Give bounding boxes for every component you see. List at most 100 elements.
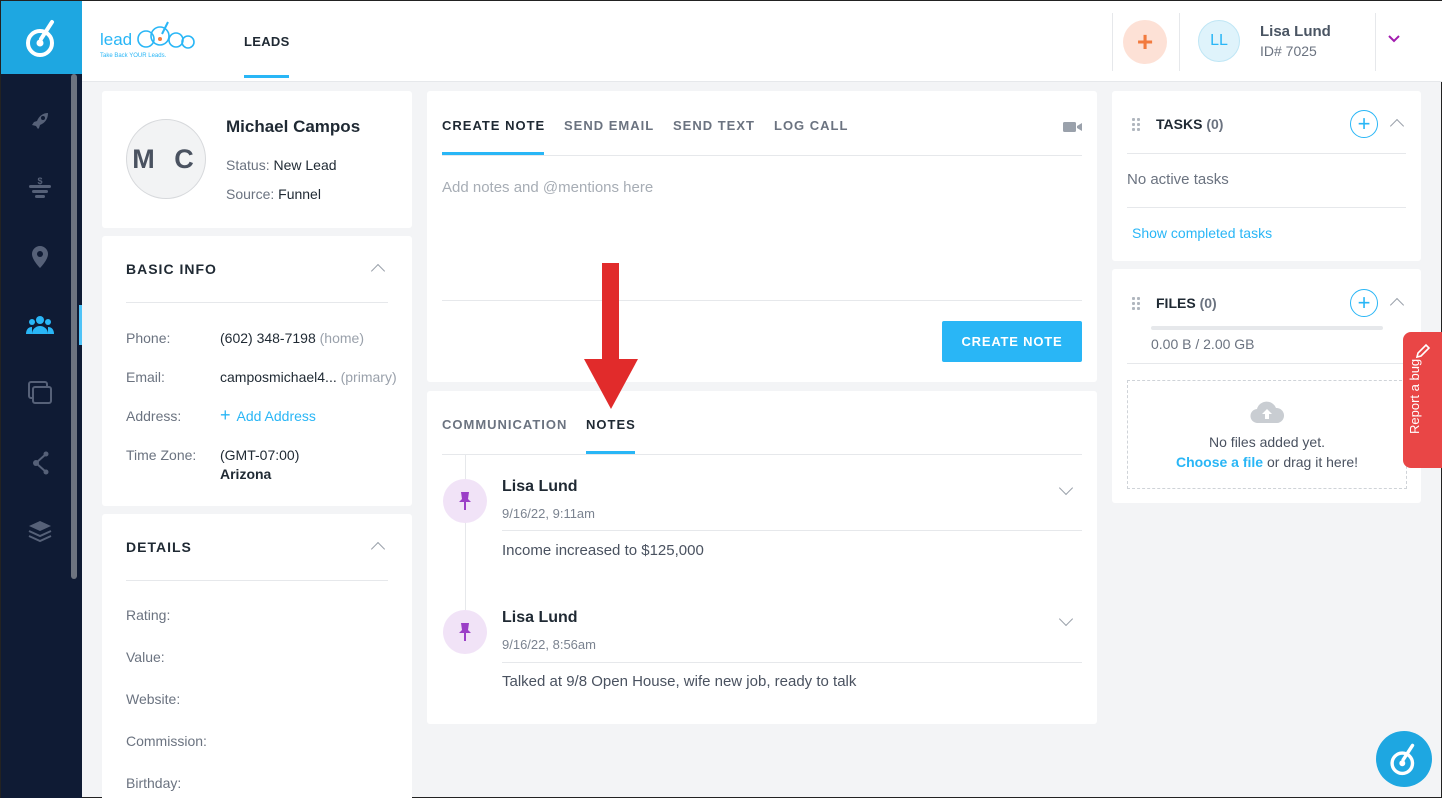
- divider: [1375, 13, 1376, 71]
- top-bar: lead Take Back YOUR Leads. LEADS + LL Li…: [82, 1, 1442, 82]
- collapse-chevron-icon[interactable]: [1389, 297, 1405, 313]
- status-label: Status:: [226, 157, 270, 173]
- note-body: Income increased to $125,000: [502, 542, 704, 559]
- divider: [1112, 13, 1113, 71]
- lead-profile-card: M C Michael Campos Status: New Lead Sour…: [102, 91, 412, 228]
- activity-feed: COMMUNICATION NOTES Lisa Lund 9/16/22, 9…: [427, 391, 1097, 724]
- divider: [126, 302, 388, 303]
- tab-communication[interactable]: COMMUNICATION: [442, 417, 567, 432]
- collapse-chevron-icon[interactable]: [1389, 118, 1405, 134]
- drag-handle-icon[interactable]: [1132, 118, 1142, 132]
- show-completed-tasks-link[interactable]: Show completed tasks: [1132, 225, 1272, 241]
- tasks-count: (0): [1206, 116, 1224, 132]
- files-title-label: FILES: [1156, 295, 1196, 311]
- sidebar: $: [1, 1, 82, 798]
- add-file-button[interactable]: +: [1350, 289, 1378, 317]
- files-empty: No files added yet.: [1209, 434, 1325, 450]
- source-value: Funnel: [278, 186, 321, 202]
- phone-field[interactable]: (602) 348-7198 (home): [220, 330, 364, 346]
- app-logo[interactable]: [1, 1, 82, 74]
- add-address-button[interactable]: + Add Address: [220, 405, 316, 425]
- brand-tagline: Take Back YOUR Leads.: [100, 53, 167, 59]
- phone-label: Phone:: [126, 330, 171, 346]
- files-card: FILES (0) + 0.00 B / 2.00 GB No files ad…: [1112, 269, 1421, 503]
- timezone-name: Arizona: [220, 466, 272, 482]
- windows-icon[interactable]: [1, 371, 79, 415]
- email-field[interactable]: camposmichael4... (primary): [220, 369, 397, 385]
- svg-text:$: $: [37, 176, 42, 186]
- active-tab-indicator: [442, 152, 544, 155]
- timezone-label: Time Zone:: [126, 447, 197, 463]
- tab-notes[interactable]: NOTES: [586, 417, 636, 432]
- note-author: Lisa Lund: [502, 478, 578, 495]
- collapse-chevron-icon[interactable]: [370, 263, 386, 279]
- tasks-title-label: TASKS: [1156, 116, 1203, 132]
- tasks-title: TASKS (0): [1156, 116, 1223, 132]
- tab-log-call[interactable]: LOG CALL: [774, 118, 848, 133]
- add-task-button[interactable]: +: [1350, 110, 1378, 138]
- divider: [1127, 207, 1406, 208]
- divider: [502, 530, 1082, 531]
- note-body: Talked at 9/8 Open House, wife new job, …: [502, 673, 857, 690]
- note-author: Lisa Lund: [502, 609, 578, 626]
- divider: [1127, 153, 1406, 154]
- report-bug-label: Report a bug: [1407, 358, 1422, 434]
- nav-tab-leads[interactable]: LEADS: [244, 34, 290, 49]
- note-composer: CREATE NOTE SEND EMAIL SEND TEXT LOG CAL…: [427, 91, 1097, 382]
- commission-label: Commission:: [126, 733, 207, 749]
- drag-hint: or drag it here!: [1263, 454, 1359, 470]
- storage-usage: 0.00 B / 2.00 GB: [1151, 336, 1255, 352]
- email-value[interactable]: camposmichael4...: [220, 369, 337, 385]
- app-logo-icon: [1390, 743, 1415, 776]
- file-dropzone[interactable]: No files added yet. Choose a file or dra…: [1127, 380, 1407, 489]
- lead-status: Status: New Lead: [226, 157, 337, 173]
- video-camera-icon[interactable]: [1063, 120, 1083, 139]
- phone-value[interactable]: (602) 348-7198: [220, 330, 316, 346]
- active-tab-indicator: [586, 451, 635, 454]
- network-icon[interactable]: [1, 441, 79, 485]
- tab-send-email[interactable]: SEND EMAIL: [564, 118, 654, 133]
- user-menu-chevron-icon[interactable]: [1387, 31, 1401, 47]
- collapse-chevron-icon[interactable]: [370, 541, 386, 557]
- choose-file-link[interactable]: Choose a file: [1176, 454, 1263, 470]
- map-pin-icon[interactable]: [1, 235, 79, 279]
- files-count: (0): [1199, 295, 1217, 311]
- create-note-button[interactable]: CREATE NOTE: [942, 321, 1082, 362]
- note-date: 9/16/22, 9:11am: [502, 506, 595, 521]
- note-menu-chevron-icon[interactable]: [1058, 611, 1074, 627]
- help-launcher-button[interactable]: [1376, 731, 1432, 787]
- tasks-empty: No active tasks: [1127, 171, 1229, 188]
- divider: [126, 580, 388, 581]
- tab-create-note[interactable]: CREATE NOTE: [442, 118, 545, 133]
- plus-icon: +: [220, 405, 231, 425]
- phone-type: (home): [319, 330, 364, 346]
- nav-tab-indicator: [244, 75, 289, 78]
- divider: [442, 155, 1082, 156]
- sidebar-scrollbar[interactable]: [71, 74, 77, 579]
- note-input[interactable]: Add notes and @mentions here: [442, 179, 653, 196]
- drag-handle-icon[interactable]: [1132, 297, 1142, 311]
- user-name[interactable]: Lisa Lund: [1260, 23, 1331, 40]
- contacts-icon[interactable]: [1, 303, 82, 347]
- user-avatar[interactable]: LL: [1198, 20, 1240, 62]
- add-address-label: Add Address: [236, 408, 316, 424]
- basic-info-title: BASIC INFO: [126, 261, 217, 277]
- lead-name: Michael Campos: [226, 117, 361, 136]
- rocket-icon[interactable]: [1, 99, 79, 143]
- report-bug-button[interactable]: Report a bug: [1403, 332, 1442, 468]
- layers-icon[interactable]: [1, 509, 79, 553]
- divider: [1179, 13, 1180, 71]
- funnel-icon[interactable]: $: [1, 167, 79, 211]
- divider: [1127, 363, 1406, 364]
- quick-add-button[interactable]: +: [1123, 20, 1167, 64]
- user-id: ID# 7025: [1260, 43, 1317, 59]
- note-menu-chevron-icon[interactable]: [1058, 480, 1074, 496]
- pin-icon: [443, 610, 487, 654]
- email-label: Email:: [126, 369, 165, 385]
- tab-send-text[interactable]: SEND TEXT: [673, 118, 755, 133]
- brand-logo[interactable]: lead Take Back YOUR Leads.: [100, 19, 205, 66]
- pin-icon: [443, 479, 487, 523]
- upload-prompt: Choose a file or drag it here!: [1128, 454, 1406, 470]
- value-label: Value:: [126, 649, 165, 665]
- lead-avatar: M C: [126, 119, 206, 199]
